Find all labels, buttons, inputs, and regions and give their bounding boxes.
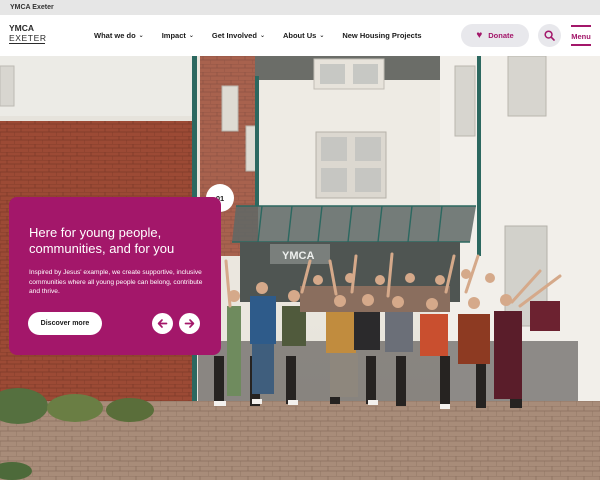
site-topbar: YMCA Exeter (0, 0, 600, 15)
arrow-right-icon (184, 319, 195, 328)
next-slide-button[interactable] (179, 313, 200, 334)
heart-icon: ♥ (476, 29, 483, 41)
nav-item-about-us[interactable]: About Us ⌄ (283, 31, 324, 40)
nav-item-label: About Us (282, 31, 317, 40)
search-icon (544, 30, 555, 41)
chevron-down-icon: ⌄ (319, 33, 325, 39)
menu-bar-bottom (571, 44, 591, 46)
site-name: YMCA Exeter (10, 4, 54, 11)
logo-line-1: YMCA (9, 23, 35, 33)
hero-title: Here for young people, communities, and … (29, 225, 175, 256)
ymca-logo[interactable]: YMCA EXETER (9, 23, 49, 49)
chevron-down-icon: ⌄ (138, 33, 144, 39)
discover-more-button[interactable]: Discover more (28, 312, 102, 335)
search-button[interactable] (538, 24, 561, 47)
menu-button[interactable]: Menu (569, 24, 593, 48)
nav-item-label: Get Involved (211, 31, 257, 40)
previous-slide-button[interactable] (152, 313, 173, 334)
hero-card: Here for young people, communities, and … (9, 197, 221, 355)
nav-item-impact[interactable]: Impact ⌄ (162, 31, 194, 40)
nav-item-new-housing-projects[interactable]: New Housing Projects (342, 31, 421, 40)
nav-item-label: New Housing Projects (342, 31, 422, 40)
hero-description: Inspired by Jesus' example, we create su… (29, 269, 203, 295)
menu-bar-top (571, 25, 591, 27)
nav-item-label: Impact (161, 31, 186, 40)
logo-line-2: EXETER (9, 33, 47, 44)
site-header: YMCA EXETER What we do ⌄ Impact ⌄ Get In… (0, 15, 600, 56)
main-nav: What we do ⌄ Impact ⌄ Get Involved ⌄ Abo… (94, 15, 440, 56)
arrow-left-icon (157, 319, 168, 328)
nav-item-get-involved[interactable]: Get Involved ⌄ (212, 31, 265, 40)
chevron-down-icon: ⌄ (259, 33, 265, 39)
nav-item-what-we-do[interactable]: What we do ⌄ (94, 31, 144, 40)
menu-label: Menu (571, 32, 591, 41)
donate-label: Donate (488, 31, 514, 40)
donate-button[interactable]: ♥ Donate (461, 24, 529, 47)
chevron-down-icon: ⌄ (188, 33, 194, 39)
nav-item-label: What we do (94, 31, 136, 40)
